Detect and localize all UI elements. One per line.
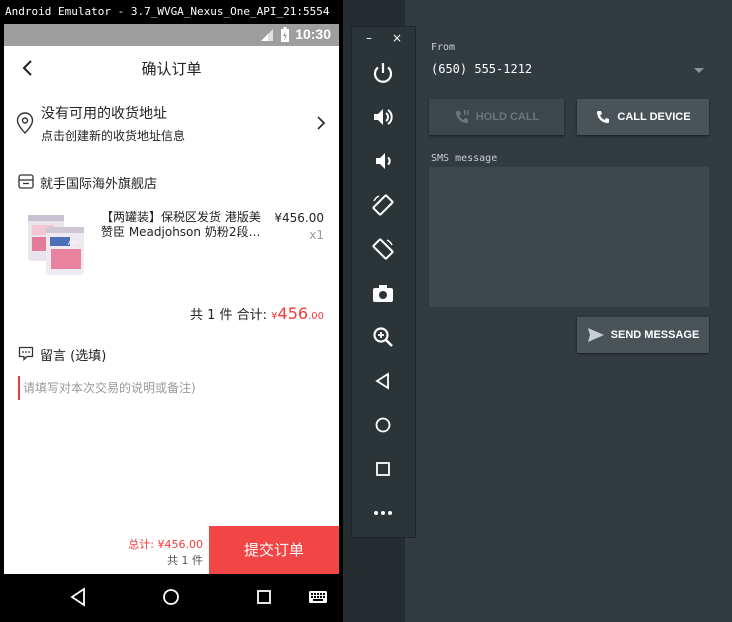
status-time: 10:30: [295, 26, 331, 42]
rotate-right-icon[interactable]: [371, 237, 395, 261]
keyboard-icon[interactable]: [307, 586, 329, 608]
battery-icon: [281, 27, 289, 42]
message-icon: [18, 346, 34, 361]
location-pin-icon: [16, 112, 34, 134]
sms-message-input[interactable]: [429, 167, 709, 307]
subtotal-prefix: 共 1 件 合计:: [189, 308, 272, 323]
submit-order-button[interactable]: 提交订单: [209, 526, 339, 574]
volume-down-icon[interactable]: [371, 149, 395, 173]
volume-up-icon[interactable]: [371, 105, 395, 129]
subtotal-amount: ¥456.00: [271, 304, 324, 323]
total-count: 共 1 件: [167, 554, 203, 567]
from-number-select[interactable]: (650) 555-1212: [431, 62, 709, 84]
product-quantity: x1: [309, 228, 324, 242]
app-bar: 确认订单: [4, 46, 339, 90]
memo-label: 留言 (选填): [40, 349, 107, 364]
address-title: 没有可用的收货地址: [41, 106, 167, 122]
address-row[interactable]: 没有可用的收货地址 点击创建新的收货地址信息: [4, 98, 339, 148]
store-icon: [18, 174, 34, 189]
phone-screen: 10:30 确认订单 没有可用的收货地址 点击创建新的收货地址信息 就手国际海外…: [4, 24, 339, 620]
back-triangle-icon[interactable]: [67, 586, 89, 608]
total-amount: 总计: ¥456.00: [128, 538, 203, 551]
more-icon[interactable]: [371, 501, 395, 525]
address-subtitle: 点击创建新的收货地址信息: [41, 129, 186, 143]
camera-icon[interactable]: [371, 281, 395, 305]
memo-input[interactable]: [18, 376, 324, 400]
back-icon[interactable]: [371, 369, 395, 393]
chevron-right-icon: [317, 116, 326, 130]
status-bar: 10:30: [4, 24, 339, 46]
memo-row: 留言 (选填): [4, 342, 339, 366]
zoom-icon[interactable]: [371, 325, 395, 349]
emulator-toolbar: – ×: [351, 26, 416, 538]
phone-icon: [597, 111, 610, 123]
rotate-left-icon[interactable]: [371, 193, 395, 217]
emulator-window: Android Emulator - 3.7_WVGA_Nexus_One_AP…: [0, 0, 343, 622]
svg-text:A+: A+: [68, 240, 77, 247]
phone-panel: [405, 0, 732, 622]
recents-square-icon[interactable]: [253, 586, 275, 608]
overview-icon[interactable]: [371, 457, 395, 481]
minimize-button[interactable]: –: [366, 31, 372, 45]
android-nav-bar: [4, 574, 339, 620]
from-label: From: [431, 42, 456, 53]
dropdown-arrow-icon: [694, 68, 704, 73]
checkout-bar: 总计: ¥456.00 共 1 件 提交订单: [4, 526, 339, 574]
home-circle-icon[interactable]: [160, 586, 182, 608]
subtotal-decimal: .00: [308, 311, 324, 322]
product-price: ¥456.00: [274, 211, 324, 225]
send-icon: [587, 328, 604, 342]
home-icon[interactable]: [371, 413, 395, 437]
hold-call-button[interactable]: HOLD CALL: [429, 99, 564, 135]
product-item[interactable]: A+ 【两罐装】保税区发货 港版美赞臣 Meadjohson 奶粉2段… ¥45…: [4, 206, 339, 286]
close-button[interactable]: ×: [392, 31, 402, 45]
subtotal-integer: 456: [277, 304, 309, 323]
page-title: 确认订单: [141, 60, 202, 78]
order-subtotal: 共 1 件 合计: ¥456.00: [190, 304, 324, 323]
send-message-label: SEND MESSAGE: [610, 329, 700, 341]
signal-icon: [261, 29, 273, 41]
call-device-button[interactable]: CALL DEVICE: [577, 99, 709, 135]
power-icon[interactable]: [371, 61, 395, 85]
from-number-value: (650) 555-1212: [431, 62, 533, 76]
product-name: 【两罐装】保税区发货 港版美赞臣 Meadjohson 奶粉2段…: [101, 210, 261, 239]
call-device-label: CALL DEVICE: [617, 111, 691, 123]
hold-call-label: HOLD CALL: [475, 111, 540, 123]
shop-name: 就手国际海外旗舰店: [40, 177, 158, 192]
send-message-button[interactable]: SEND MESSAGE: [577, 317, 709, 353]
desktop: Android Emulator - 3.7_WVGA_Nexus_One_AP…: [0, 0, 732, 622]
shop-row: 就手国际海外旗舰店: [4, 170, 339, 194]
sms-message-label: SMS message: [431, 153, 498, 164]
window-title: Android Emulator - 3.7_WVGA_Nexus_One_AP…: [5, 5, 330, 18]
product-image: A+: [28, 215, 84, 275]
phone-pause-icon: [455, 110, 469, 123]
